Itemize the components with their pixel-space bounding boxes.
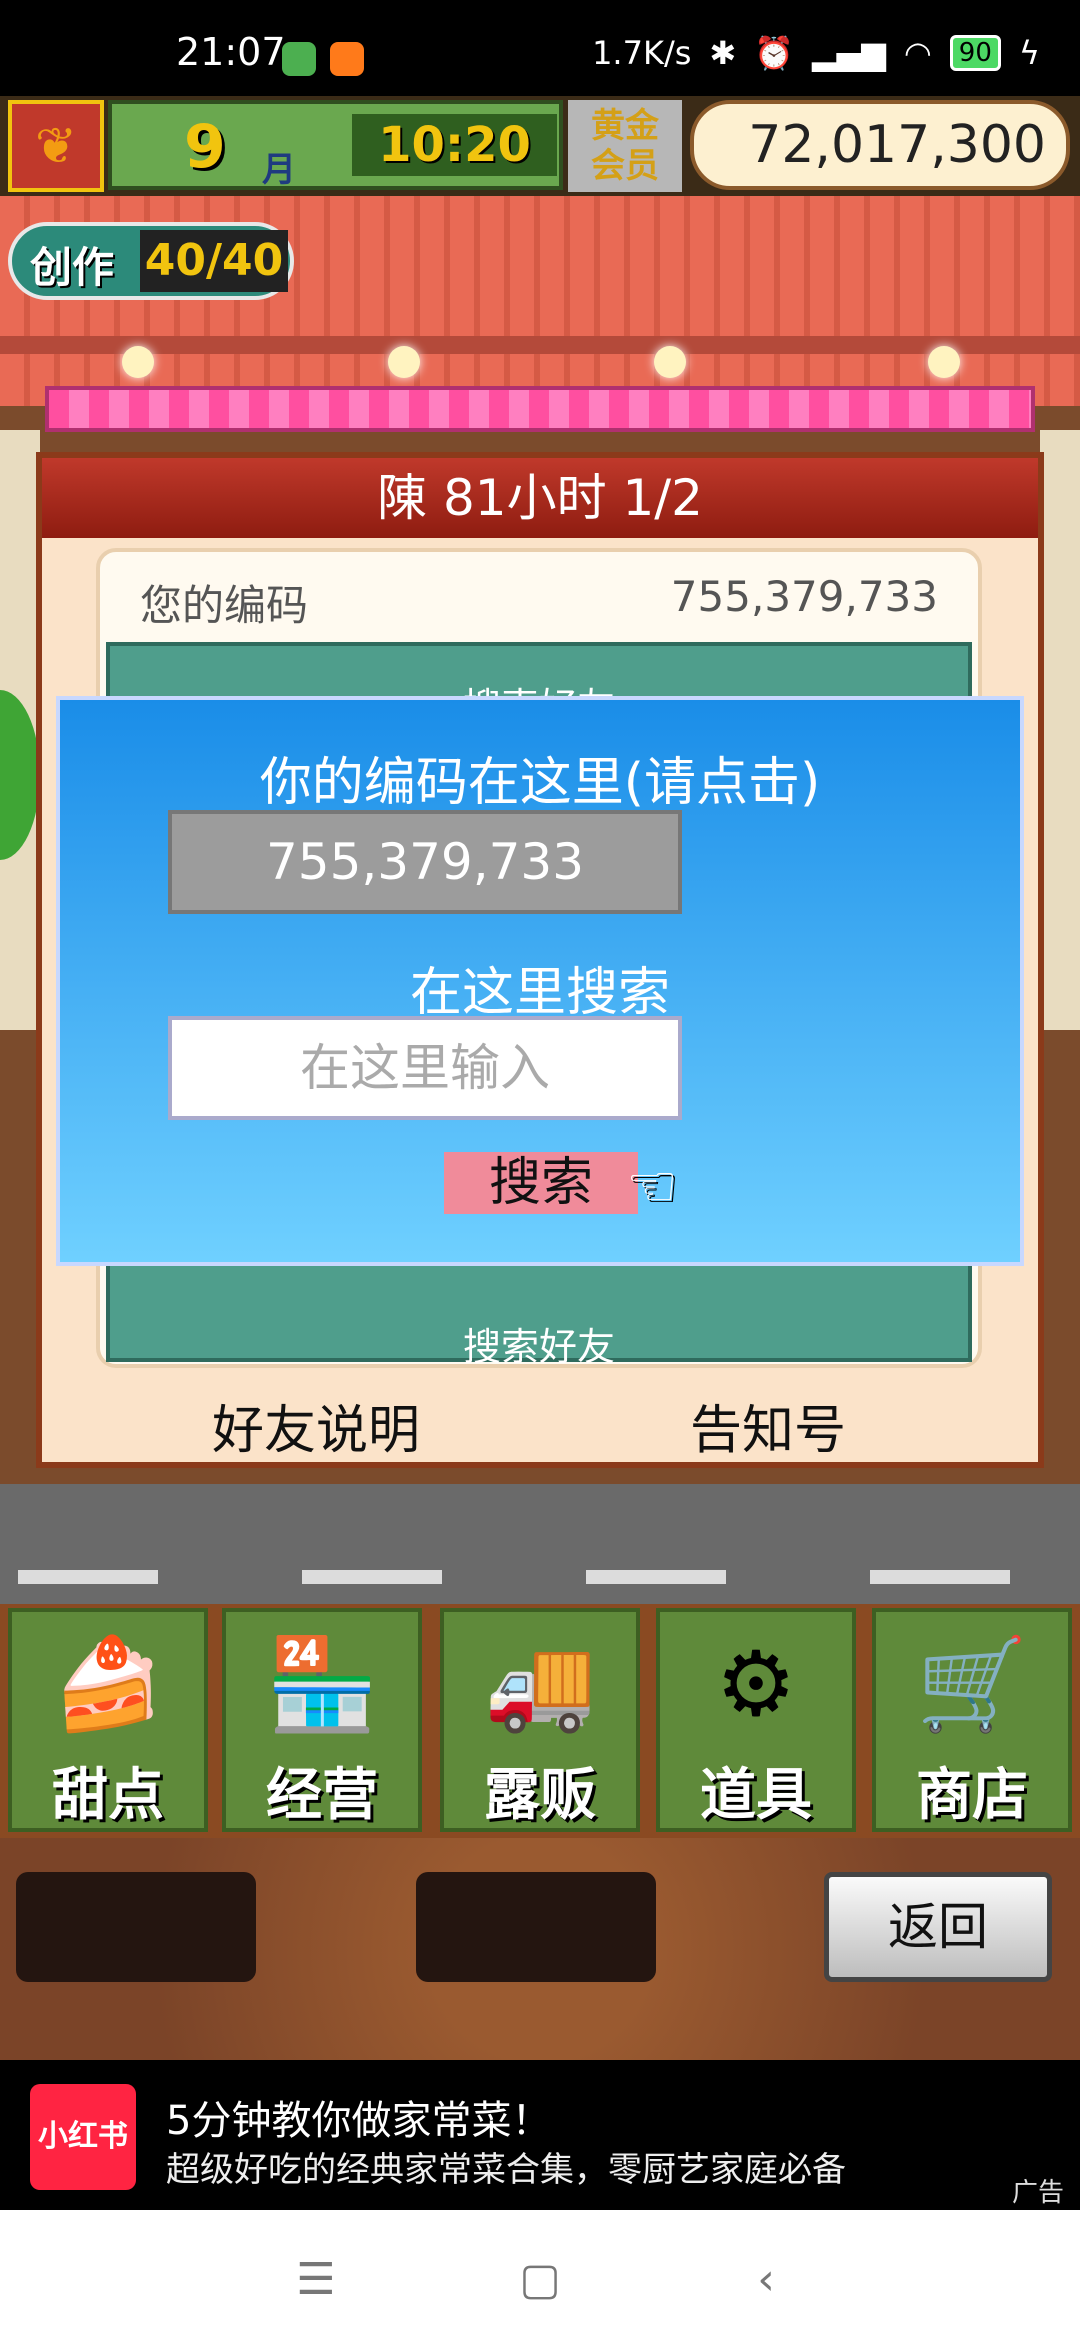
search-button[interactable]: 搜索 — [444, 1152, 638, 1214]
my-code-box[interactable]: 755,379,733 — [168, 810, 682, 914]
your-code-label: 您的编码 — [140, 581, 309, 630]
menu-store[interactable]: 🛒 商店 — [872, 1608, 1072, 1832]
game-hud: ❦ 9 月 10:20 黄金 会员 72,017,300 G — [0, 96, 1080, 257]
xiaohongshu-logo: 小红书 — [30, 2084, 136, 2190]
app-icon-green — [282, 42, 316, 76]
status-right-icons: 1.7K/s ✱ ⏰ ▂▄▆ ◠ 90 ϟ — [592, 34, 1040, 72]
road-stripe — [18, 1570, 158, 1584]
season-leaf-icon[interactable]: ❦ — [8, 100, 104, 192]
cart-icon: 🛒 — [915, 1632, 1029, 1737]
month-unit: 月 — [262, 150, 296, 190]
back-nav-icon[interactable]: ‹ — [736, 2250, 796, 2310]
menu-label: 商店 — [916, 1763, 1028, 1828]
net-speed: 1.7K/s — [592, 34, 692, 72]
empty-slot — [16, 1872, 256, 1982]
system-nav-bar: ☰ ▢ ‹ — [0, 2210, 1080, 2340]
ad-tag: 广告 — [1011, 2178, 1064, 2208]
search-label: 在这里搜索 — [409, 963, 670, 1023]
home-icon[interactable]: ▢ — [510, 2250, 570, 2310]
ad-title: 5分钟教你做家常菜！ — [166, 2098, 552, 2144]
notice-button[interactable]: 告知号 — [690, 1388, 846, 1463]
app-icon-orange — [330, 42, 364, 76]
dialog-title: 你的编码在这里(请点击) — [259, 753, 821, 813]
create-counter[interactable]: 创作 40/40 — [8, 222, 294, 300]
month-number: 9 — [184, 112, 226, 182]
empty-slot — [416, 1872, 656, 1982]
create-label: 创作 — [30, 243, 115, 292]
lamp-icon — [928, 346, 960, 378]
wifi-icon: ◠ — [903, 34, 932, 72]
road-stripe — [870, 1570, 1010, 1584]
friend-help-button[interactable]: 好友说明 — [212, 1388, 420, 1463]
back-button[interactable]: 返回 — [824, 1872, 1052, 1982]
signal-icon: ▂▄▆ — [812, 34, 886, 72]
road-stripe — [302, 1570, 442, 1584]
menu-label: 经营 — [266, 1763, 378, 1828]
ad-subtitle: 超级好吃的经典家常菜合集，零厨艺家庭必备 — [166, 2150, 846, 2190]
road — [0, 1484, 1080, 1604]
alarm-icon: ⏰ — [754, 34, 795, 72]
cake-icon: 🍰 — [51, 1632, 165, 1737]
menu-label: 甜点 — [52, 1763, 164, 1828]
bottom-menu: 🍰 甜点 🏪 经营 🚚 露贩 ⚙ 道具 🛒 商店 — [0, 1604, 1080, 1838]
battery-icon: 90 — [949, 35, 1001, 71]
charging-icon: ϟ — [1018, 34, 1040, 72]
money-display: 72,017,300 G — [690, 100, 1070, 257]
your-code-value: 755,379,733 — [670, 572, 938, 621]
right-wall — [1040, 430, 1080, 1030]
game-clock: 10:20 — [352, 114, 557, 176]
member-label-line2: 会员 — [591, 146, 659, 186]
pink-awning — [45, 386, 1035, 432]
menu-icon[interactable]: ☰ — [286, 2250, 346, 2310]
shop-icon: 🏪 — [265, 1632, 379, 1737]
lamp-icon — [654, 346, 686, 378]
search-dialog: 你的编码在这里(请点击) 755,379,733 在这里搜索 搜索 ☜ — [56, 696, 1024, 1266]
menu-items[interactable]: ⚙ 道具 — [656, 1608, 856, 1832]
status-time: 21:07 — [176, 30, 286, 74]
status-bar: 21:07 1.7K/s ✱ ⏰ ▂▄▆ ◠ 90 ϟ — [0, 0, 1080, 96]
menu-label: 道具 — [700, 1763, 812, 1828]
menu-label: 露贩 — [484, 1763, 596, 1828]
pointing-hand-icon: ☜ — [626, 1152, 678, 1220]
bluetooth-icon: ✱ — [709, 34, 737, 72]
date-box: 9 月 10:20 — [108, 100, 563, 190]
search-friend-button[interactable]: 搜索好友 — [110, 1316, 968, 1371]
food-truck-icon: 🚚 — [483, 1632, 597, 1737]
create-value: 40/40 — [140, 230, 288, 292]
menu-stall[interactable]: 🚚 露贩 — [440, 1608, 640, 1832]
panel-title: 陳 81小时 1/2 — [42, 458, 1038, 538]
ad-banner[interactable]: 小红书 5分钟教你做家常菜！ 超级好吃的经典家常菜合集，零厨艺家庭必备 广告 — [0, 2060, 1080, 2210]
road-stripe — [586, 1570, 726, 1584]
lamp-icon — [388, 346, 420, 378]
bottom-bar: 返回 — [0, 1838, 1080, 2060]
items-icon: ⚙ — [715, 1632, 797, 1737]
roof-beam — [0, 336, 1080, 354]
member-label-line1: 黄金 — [591, 106, 659, 146]
search-input[interactable] — [168, 1016, 682, 1120]
menu-dessert[interactable]: 🍰 甜点 — [8, 1608, 208, 1832]
lamp-icon — [122, 346, 154, 378]
menu-manage[interactable]: 🏪 经营 — [222, 1608, 422, 1832]
gold-member-badge[interactable]: 黄金 会员 — [568, 100, 682, 192]
